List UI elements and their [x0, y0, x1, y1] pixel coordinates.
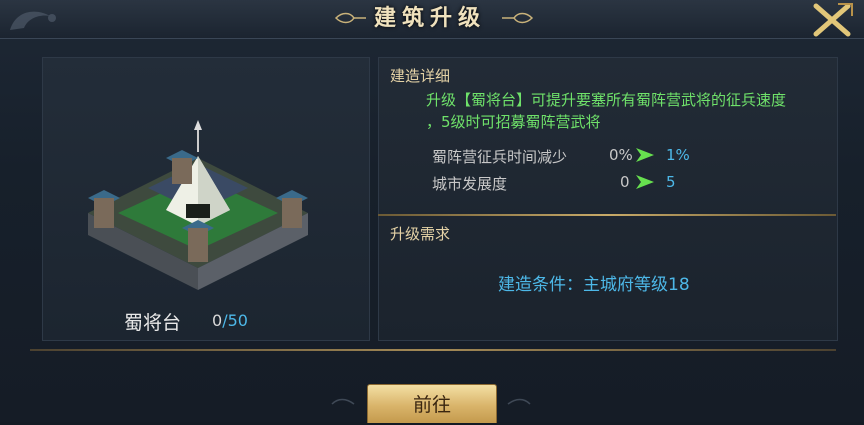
detail-heading: 建造详细 [390, 67, 451, 85]
stat-label-1: 蜀阵营征兵时间减少 [432, 148, 568, 166]
detail-description: 升级【蜀将台】可提升要塞所有蜀阵营武将的征兵速度 ，5级时可招募蜀阵营武将 [426, 89, 836, 133]
close-icon[interactable] [808, 2, 858, 38]
button-ornament-right-icon [507, 398, 531, 405]
building-illustration [88, 120, 308, 290]
stat-next-2: 5 [666, 173, 676, 191]
building-count-current: 0 [212, 311, 223, 330]
arrow-right-icon [636, 175, 654, 189]
title-ornament-right-icon [502, 12, 534, 24]
building-count: 0/50 [212, 311, 248, 330]
corner-ornament-icon [10, 11, 56, 30]
building-name: 蜀将台 [124, 312, 182, 334]
bottom-divider [30, 349, 836, 351]
button-ornament-left-icon [331, 398, 355, 405]
stat-current-2: 0 [620, 173, 630, 191]
arrow-right-icon [636, 148, 654, 162]
stat-next-1: 1% [666, 146, 690, 164]
stat-current-1: 0% [609, 146, 633, 164]
stat-label-2: 城市发展度 [432, 175, 508, 193]
detail-description-line-2: ，5级时可招募蜀阵营武将 [426, 113, 601, 131]
detail-description-line-1: 升级【蜀将台】可提升要塞所有蜀阵营武将的征兵速度 [426, 91, 787, 109]
requirement-condition: 建造条件：主城府等级18 [498, 275, 690, 295]
requirement-heading: 升级需求 [390, 225, 451, 243]
building-count-max: /50 [222, 311, 248, 330]
go-button[interactable]: 前往 [367, 384, 497, 423]
section-divider [378, 214, 836, 216]
